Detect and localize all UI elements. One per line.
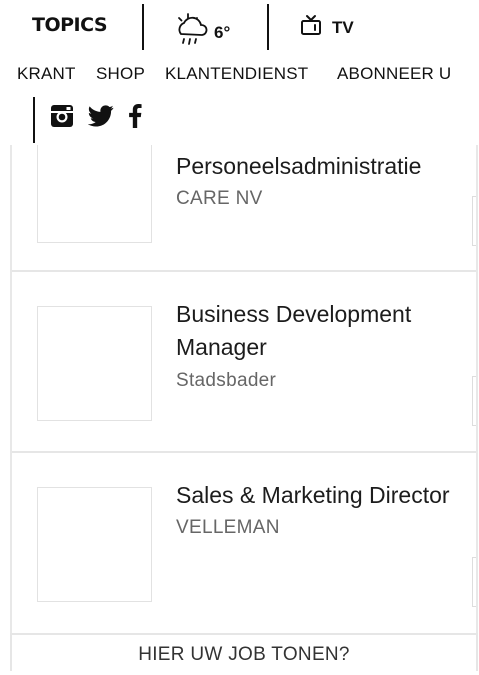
- header-divider: [142, 4, 144, 50]
- nav-item-abonneer[interactable]: ABONNEER U: [337, 64, 451, 84]
- facebook-icon[interactable]: [128, 104, 142, 128]
- company-logo: [37, 145, 152, 243]
- weather-widget[interactable]: 6°: [172, 12, 230, 53]
- tv-icon: [300, 14, 322, 41]
- weather-temperature: 6°: [214, 22, 231, 42]
- tv-label: TV: [332, 17, 354, 37]
- cloud-rain-sun-icon: [172, 12, 212, 53]
- job-card[interactable]: Personeelsadministratie CARE NV: [12, 145, 476, 275]
- nav-item-krant[interactable]: KRANT: [17, 64, 76, 84]
- nav-item-shop[interactable]: SHOP: [96, 64, 145, 84]
- job-card[interactable]: Business Development Manager Stadsbader: [12, 272, 476, 452]
- post-job-button[interactable]: HIER UW JOB TONEN?: [10, 633, 478, 671]
- job-apply-button[interactable]: [472, 557, 476, 607]
- job-title[interactable]: Business Development Manager: [176, 298, 411, 364]
- job-card[interactable]: Sales & Marketing Director VELLEMAN: [12, 453, 476, 633]
- job-apply-button[interactable]: [472, 196, 476, 246]
- social-divider: [33, 97, 35, 143]
- job-company: VELLEMAN: [176, 517, 280, 538]
- job-company: Stadsbader: [176, 370, 277, 391]
- job-apply-button[interactable]: [472, 376, 476, 426]
- header-divider: [267, 4, 269, 50]
- topics-logo[interactable]: TOPICS: [32, 14, 108, 36]
- job-title[interactable]: Sales & Marketing Director: [176, 479, 450, 512]
- job-company: CARE NV: [176, 188, 263, 209]
- job-title[interactable]: Personeelsadministratie: [176, 150, 421, 183]
- nav-item-klantendienst[interactable]: KLANTENDIENST: [165, 64, 308, 84]
- site-header: TOPICS 6° TV KRANT SHOP KLANTENDIENST AB…: [0, 0, 479, 145]
- company-logo: [37, 487, 152, 602]
- main-nav: KRANT SHOP KLANTENDIENST ABONNEER U: [0, 64, 479, 88]
- tv-link[interactable]: TV: [300, 14, 354, 41]
- job-list: Personeelsadministratie CARE NV Business…: [10, 145, 478, 671]
- instagram-icon[interactable]: [50, 104, 74, 128]
- twitter-icon[interactable]: [88, 105, 114, 127]
- company-logo: [37, 306, 152, 421]
- social-links: [50, 104, 156, 128]
